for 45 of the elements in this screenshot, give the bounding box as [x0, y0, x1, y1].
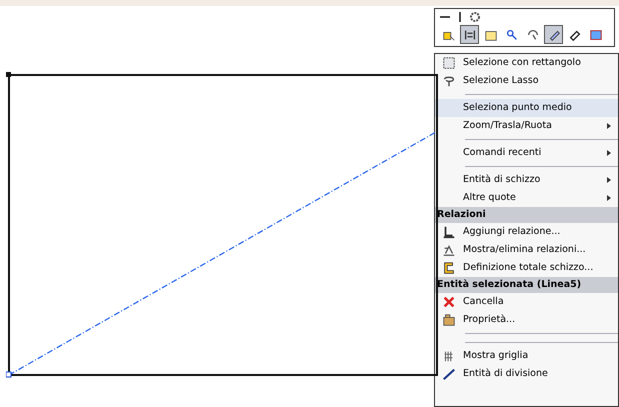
menu-item[interactable]: Entità di divisione [435, 365, 618, 383]
menu-item-label: Zoom/Trasla/Ruota [463, 118, 553, 133]
selection-rectangle-icon [442, 56, 456, 70]
sketch-definition-icon [442, 261, 456, 275]
menu-section-header: Relazioni [435, 207, 618, 223]
menu-item-label: Aggiungi relazione... [463, 224, 562, 239]
eraser-icon [568, 28, 582, 42]
toolbar-tool-icon [462, 28, 476, 42]
menu-item-label: Seleziona punto medio [463, 100, 573, 115]
menu-item-label: Proprietà... [463, 312, 516, 327]
delete-icon [442, 295, 456, 309]
menu-item[interactable]: Mostra griglia [435, 347, 618, 365]
lasso-icon [442, 74, 456, 88]
menu-item[interactable]: Entità di schizzo [435, 171, 618, 189]
display-icon [588, 28, 602, 42]
menu-item[interactable]: Proprietà... [435, 311, 618, 329]
vertical-line-icon[interactable] [457, 11, 463, 23]
split-entity-icon [442, 367, 456, 381]
menu-item[interactable]: Definizione totale schizzo... [435, 259, 618, 277]
search-icon [504, 28, 518, 42]
menu-item[interactable]: Zoom/Trasla/Ruota [435, 117, 618, 135]
menu-item[interactable]: Selezione Lasso [435, 72, 618, 90]
menu-item[interactable]: Cancella [435, 293, 618, 311]
menu-item-label: Mostra/elimina relazioni... [463, 242, 587, 257]
menu-item-label: Selezione Lasso [463, 74, 540, 88]
menu-item-label: Entità di schizzo [463, 172, 542, 187]
menu-item-label: Cancella [463, 294, 505, 309]
menu-item[interactable]: Comandi recenti [435, 144, 618, 162]
menu-item-label: Altre quote [463, 190, 517, 205]
menu-item-label: Selezione con rettangolo [463, 56, 582, 70]
menu-item[interactable]: Seleziona punto medio [435, 99, 618, 117]
toolbar-button[interactable] [460, 25, 479, 44]
properties-icon [442, 313, 456, 327]
relation-icon [442, 225, 456, 239]
toolbar-button[interactable] [544, 25, 563, 44]
menu-item-label: Comandi recenti [463, 146, 542, 160]
menu-item-label: Mostra griglia [463, 348, 530, 363]
menu-item[interactable]: Mostra/elimina relazioni... [435, 241, 618, 259]
menu-item-label: Entità di divisione [463, 366, 549, 381]
menu-item[interactable]: Selezione con rettangolo [435, 54, 618, 72]
menu-item-label: Definizione totale schizzo... [463, 260, 594, 275]
relations-icon [442, 243, 456, 257]
menu-item[interactable]: Aggiungi relazione... [435, 223, 618, 241]
menu-section-header: Entità selezionata (Linea5) [435, 277, 618, 293]
menu-item[interactable]: Altre quote [435, 189, 618, 207]
